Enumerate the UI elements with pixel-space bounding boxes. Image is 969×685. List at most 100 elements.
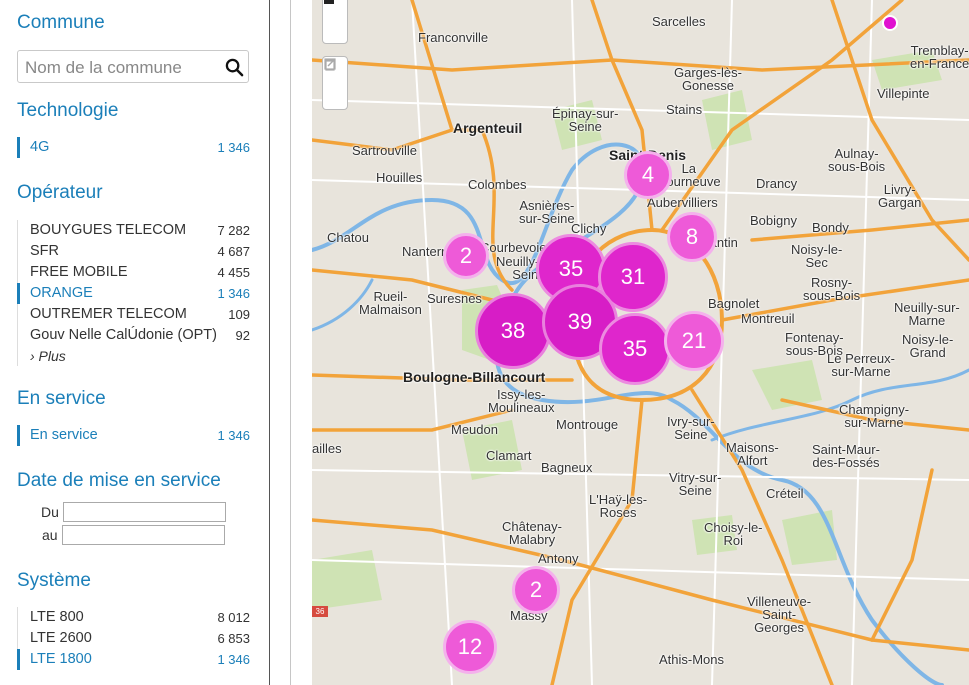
filter-item-count: 1 346 [217, 652, 250, 667]
edit-toolbar [322, 56, 348, 110]
place-label: Bagneux [541, 460, 593, 475]
place-label: Maisons- Alfort [726, 440, 779, 468]
filter-item-count: 109 [228, 307, 250, 322]
place-label: Issy-les- Moulineaux [488, 387, 555, 415]
cluster-marker[interactable]: 35 [599, 313, 671, 385]
place-label: Aulnay- sous-Bois [828, 146, 886, 174]
panel-gutter [271, 0, 291, 685]
trash-icon [325, 59, 335, 71]
place-label: Clamart [486, 448, 532, 463]
place-label: Houilles [376, 170, 423, 185]
date-to-input[interactable] [62, 525, 225, 545]
map-view[interactable]: 36 Franconville Sarcelles Tremblay- en-F… [312, 0, 969, 685]
filter-item-lte800[interactable]: LTE 800 8 012 [17, 607, 250, 628]
search-icon[interactable] [225, 58, 244, 77]
filter-item-lte2600[interactable]: LTE 2600 6 853 [17, 628, 250, 649]
place-label: Boulogne-Billancourt [403, 369, 546, 385]
place-label: Montreuil [741, 311, 795, 326]
systeme-list: LTE 800 8 012 LTE 2600 6 853 LTE 1800 1 … [17, 607, 250, 670]
place-label: Bobigny [750, 213, 797, 228]
operateur-title: Opérateur [17, 182, 103, 203]
commune-search-input[interactable] [23, 55, 223, 81]
date-from-input[interactable] [63, 502, 226, 522]
place-label: ailles [312, 441, 342, 456]
cluster-marker[interactable]: 12 [443, 620, 497, 674]
single-site-marker [882, 15, 898, 31]
place-label: Neuilly-sur- Marne [894, 300, 960, 328]
place-label: Antony [538, 551, 579, 566]
draw-circle-button[interactable] [323, 0, 347, 43]
cluster-marker[interactable]: 2 [443, 233, 489, 279]
date-from-label: Du [41, 504, 59, 520]
systeme-title: Système [17, 570, 91, 591]
filter-item-count: 92 [235, 328, 250, 343]
place-label: Vitry-sur- Seine [669, 470, 722, 498]
filter-item-count: 8 012 [217, 610, 250, 625]
filter-sidebar: Commune Technologie 4G 1 346 Opérateur B… [0, 0, 270, 685]
place-label: Sarcelles [652, 14, 706, 29]
place-label: Châtenay- Malabry [502, 519, 562, 547]
cluster-marker[interactable]: 21 [664, 311, 724, 371]
filter-item-count: 7 282 [217, 223, 250, 238]
place-label: Champigny- sur-Marne [839, 402, 910, 430]
place-label: Rueil- Malmaison [359, 289, 422, 317]
filter-item-label: LTE 1800 [30, 651, 92, 667]
filter-item-label: BOUYGUES TELECOM [30, 222, 187, 238]
place-label: Bagnolet [708, 296, 760, 311]
en-service-title: En service [17, 388, 106, 409]
filter-item-label: En service [30, 427, 98, 443]
filter-item-opt[interactable]: Gouv Nelle CalÚdonie (OPT) 92 [17, 325, 250, 346]
filter-item-free[interactable]: FREE MOBILE 4 455 [17, 262, 250, 283]
filter-item-count: 6 853 [217, 631, 250, 646]
filter-item-count: 1 346 [217, 286, 250, 301]
filter-item-count: 1 346 [217, 428, 250, 443]
place-label: Colombes [468, 177, 527, 192]
place-label: Noisy-le- Sec [791, 242, 843, 270]
commune-title: Commune [17, 12, 105, 33]
filter-item-label: Gouv Nelle CalÚdonie (OPT) [30, 327, 217, 343]
place-label: Villeneuve- Saint- Georges [747, 594, 812, 635]
operateur-list: BOUYGUES TELECOM 7 282 SFR 4 687 FREE MO… [17, 220, 250, 366]
filter-item-orange[interactable]: ORANGE 1 346 [17, 283, 250, 304]
commune-search-box [17, 50, 249, 83]
filter-item-en-service[interactable]: En service 1 346 [17, 425, 250, 446]
place-label: Meudon [451, 422, 498, 437]
filter-item-bouygues[interactable]: BOUYGUES TELECOM 7 282 [17, 220, 250, 241]
place-label: Rosny- sous-Bois [803, 275, 861, 303]
filter-item-label: 4G [30, 139, 50, 155]
place-label: Drancy [756, 176, 798, 191]
filter-item-4g[interactable]: 4G 1 346 [17, 137, 250, 158]
place-label: Stains [666, 102, 703, 117]
cluster-marker[interactable]: 8 [667, 212, 717, 262]
date-to-label: au [42, 527, 58, 543]
date-title: Date de mise en service [17, 470, 221, 491]
delete-layers-button[interactable] [323, 59, 347, 107]
place-label: Athis-Mons [659, 652, 725, 667]
place-label: Le Perreux- sur-Marne [827, 351, 895, 379]
place-label: Clichy [571, 221, 607, 236]
place-label: Noisy-le- Grand [902, 332, 954, 360]
en-service-list: En service 1 346 [17, 425, 250, 446]
cluster-marker[interactable]: 38 [475, 293, 551, 369]
filter-item-lte1800[interactable]: LTE 1800 1 346 [17, 649, 250, 670]
place-label: Villepinte [877, 86, 930, 101]
filter-item-sfr[interactable]: SFR 4 687 [17, 241, 250, 262]
more-operators-link[interactable]: › Plus [17, 346, 250, 366]
cluster-marker[interactable]: 2 [512, 566, 560, 614]
technologie-title: Technologie [17, 100, 119, 121]
circle-icon [324, 0, 334, 4]
place-label: Choisy-le- Roi [704, 520, 763, 548]
place-label: Asnières- sur-Seine [519, 198, 575, 226]
filter-item-count: 4 455 [217, 265, 250, 280]
cluster-marker[interactable]: 4 [624, 151, 672, 199]
place-label: Chatou [327, 230, 369, 245]
road-shield: 36 [312, 606, 328, 617]
filter-item-label: SFR [30, 243, 59, 259]
place-label: Suresnes [427, 291, 482, 306]
filter-item-label: ORANGE [30, 285, 93, 301]
technologie-list: 4G 1 346 [17, 137, 250, 158]
place-label: Ivry-sur- Seine [667, 414, 715, 442]
place-label: Saint-Maur- des-Fossés [812, 442, 880, 470]
place-label: Épinay-sur- Seine [552, 106, 619, 134]
filter-item-outremer[interactable]: OUTREMER TELECOM 109 [17, 304, 250, 325]
